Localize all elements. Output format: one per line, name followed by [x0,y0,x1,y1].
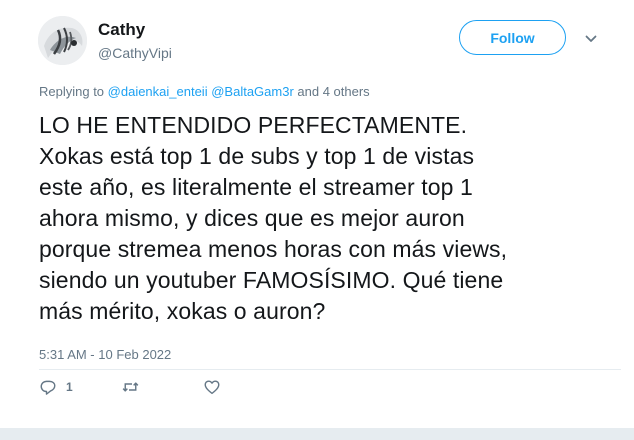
tweet-text-line: ahora mismo, y dices que es mejor auron [39,205,465,231]
reply-button[interactable]: 1 [39,378,73,396]
user-info[interactable]: Cathy @CathyVipi [98,20,172,61]
tweet-text-line: Xokas está top 1 de subs y top 1 de vist… [39,143,475,169]
chevron-down-icon[interactable] [583,31,599,47]
retweet-icon [122,382,139,392]
tweet-text: LO HE ENTENDIDO PERFECTAMENTE. Xokas est… [39,110,621,327]
tweet-text-line: LO HE ENTENDIDO PERFECTAMENTE. [39,112,468,138]
avatar-image [38,16,87,65]
heart-icon [204,380,220,395]
reply-count: 1 [66,380,73,394]
divider [39,369,621,370]
tweet-text-line: siendo un youtuber FAMOSÍSIMO. Qué tiene [39,267,504,293]
tweet-text-line: más mérito, xokas o auron? [39,298,326,324]
tweet-card: Cathy @CathyVipi Follow Replying to @dai… [0,0,634,440]
tweet-timestamp[interactable]: 5:31 AM - 10 Feb 2022 [39,347,171,362]
bottom-divider [0,428,634,440]
mention-link[interactable]: @BaltaGam3r [211,84,294,99]
replying-prefix: Replying to [39,84,108,99]
avatar[interactable] [38,16,87,65]
retweet-button[interactable] [121,378,140,396]
reply-icon [40,380,56,395]
display-name[interactable]: Cathy [98,20,172,40]
user-handle[interactable]: @CathyVipi [98,45,172,61]
follow-button[interactable]: Follow [459,20,566,55]
replying-to: Replying to @daienkai_enteii @BaltaGam3r… [39,84,370,99]
like-button[interactable] [203,378,221,396]
mention-link[interactable]: @daienkai_enteii [108,84,208,99]
tweet-text-line: porque stremea menos horas con más views… [39,236,508,262]
tweet-text-line: este año, es literalmente el streamer to… [39,174,473,200]
replying-suffix: and 4 others [293,84,370,99]
